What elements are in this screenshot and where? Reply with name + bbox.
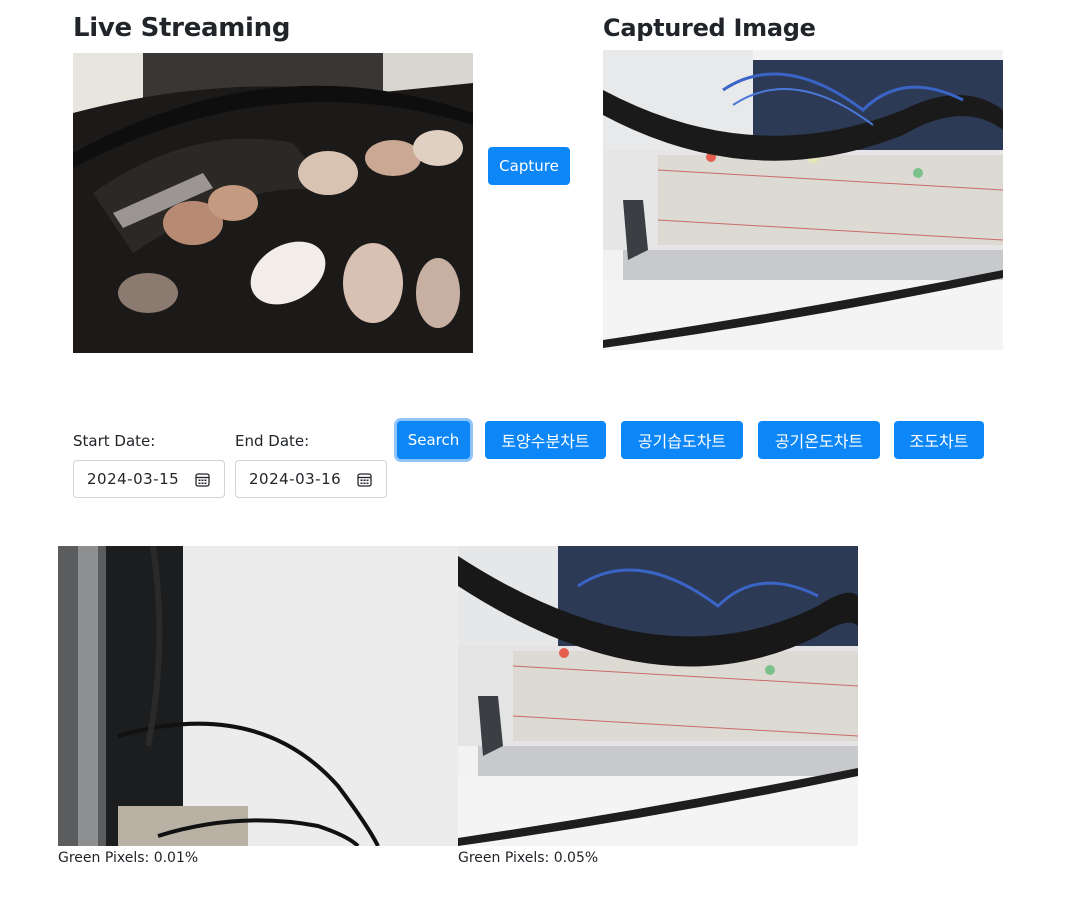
- result-caption: Green Pixels: 0.01%: [58, 850, 199, 866]
- end-date-input[interactable]: 2024-03-16: [235, 460, 387, 498]
- start-date-label: Start Date:: [73, 432, 156, 450]
- calendar-icon[interactable]: [357, 472, 372, 487]
- illuminance-chart-button[interactable]: 조도차트: [894, 421, 984, 459]
- start-date-input[interactable]: 2024-03-15: [73, 460, 225, 498]
- result-caption: Green Pixels: 0.05%: [458, 850, 599, 866]
- result-image: [58, 546, 458, 846]
- calendar-icon[interactable]: [195, 472, 210, 487]
- air-temperature-chart-button[interactable]: 공기온도차트: [758, 421, 880, 459]
- end-date-label: End Date:: [235, 432, 310, 450]
- end-date-value: 2024-03-16: [249, 470, 342, 488]
- result-image: [458, 546, 858, 846]
- captured-image: [603, 50, 1003, 350]
- start-date-value: 2024-03-15: [87, 470, 180, 488]
- captured-image-title: Captured Image: [603, 14, 816, 42]
- soil-moisture-chart-button[interactable]: 토양수분차트: [485, 421, 606, 459]
- capture-button[interactable]: Capture: [488, 147, 570, 185]
- air-humidity-chart-button[interactable]: 공기습도차트: [621, 421, 743, 459]
- live-streaming-title: Live Streaming: [73, 13, 291, 43]
- search-button[interactable]: Search: [397, 421, 470, 459]
- live-stream-image: [73, 53, 473, 353]
